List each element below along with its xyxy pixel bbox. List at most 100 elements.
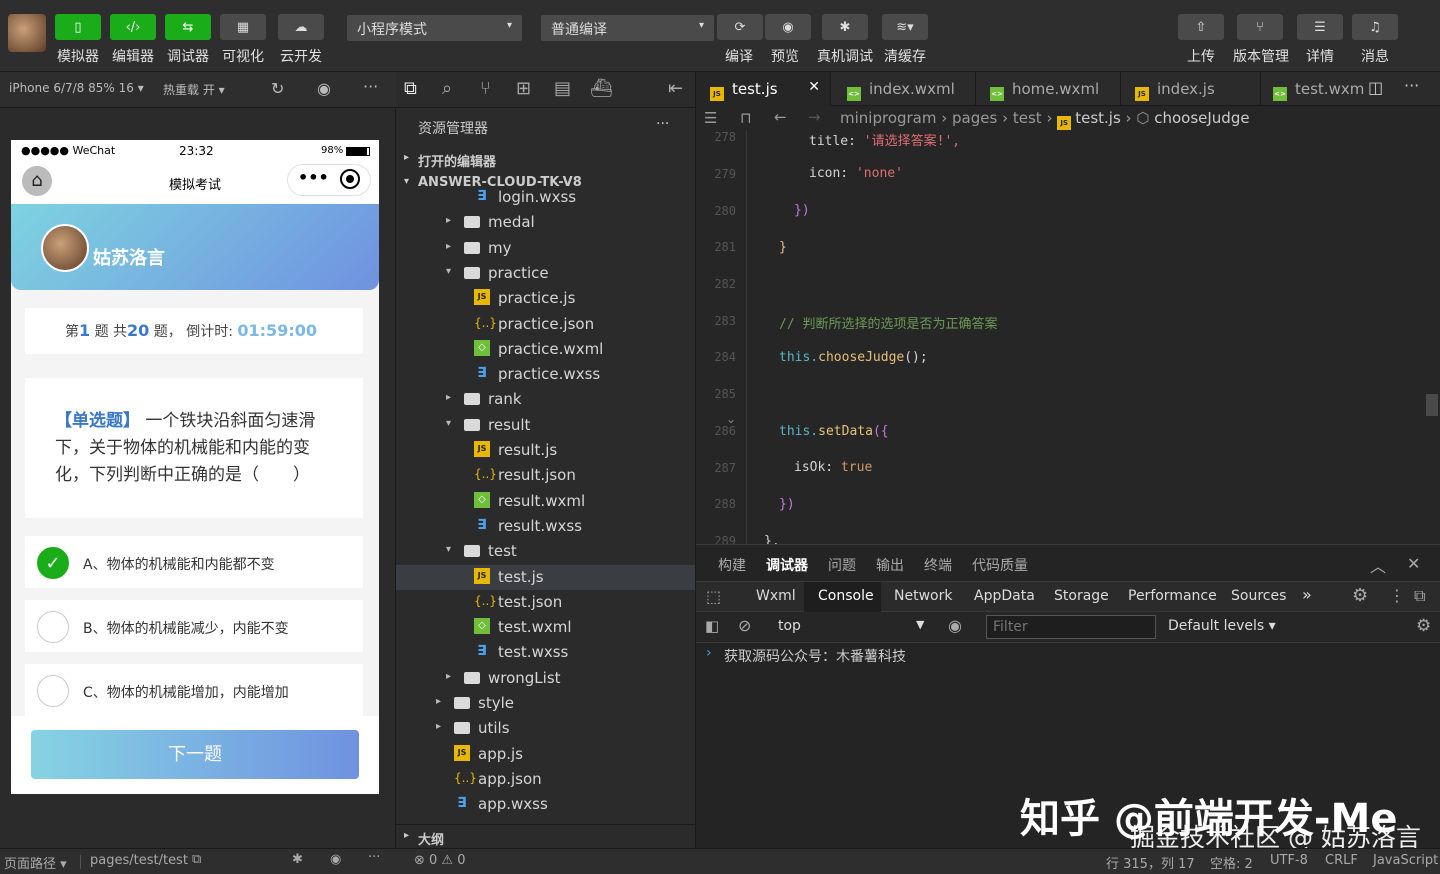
git-icon[interactable]: ⑂: [480, 78, 491, 99]
file-tree-item[interactable]: ▾ result: [396, 413, 695, 438]
explorer-more-icon[interactable]: ···: [656, 116, 669, 132]
search-icon[interactable]: ⌕: [442, 78, 452, 99]
eye-icon[interactable]: ◉: [330, 852, 341, 867]
console-filter-input[interactable]: [986, 615, 1156, 639]
compile-button[interactable]: ⟳: [717, 14, 763, 40]
more-icon[interactable]: ···: [368, 850, 380, 865]
split-editor-icon[interactable]: ◫: [1368, 78, 1383, 97]
copy-icon[interactable]: ⧉: [192, 852, 201, 867]
file-tree-item[interactable]: JS test.js: [396, 564, 695, 590]
eye-icon[interactable]: ◉: [948, 616, 962, 635]
docker-icon[interactable]: ⛴: [590, 78, 613, 99]
language-mode[interactable]: JavaScript: [1373, 853, 1438, 868]
breadcrumb-item[interactable]: chooseJudge: [1154, 109, 1249, 127]
file-tree-item[interactable]: JS practice.js: [396, 286, 695, 311]
tab-code-quality[interactable]: 代码质量: [972, 555, 1028, 575]
editor-toggle-button[interactable]: ‹/›: [110, 14, 156, 40]
file-tree-item[interactable]: ◇ result.wxml: [396, 489, 695, 514]
outline-section[interactable]: ▸ 大纲: [396, 824, 695, 848]
next-question-button[interactable]: 下一题: [31, 730, 359, 779]
tab-build[interactable]: 构建: [718, 555, 746, 575]
back-icon[interactable]: ←: [774, 108, 787, 126]
rotate-icon[interactable]: ↻: [271, 79, 284, 98]
console-settings-icon[interactable]: ⚙: [1416, 616, 1431, 636]
panel-storage[interactable]: Storage: [1054, 588, 1109, 604]
home-button[interactable]: ⌂: [22, 166, 52, 196]
panel-performance[interactable]: Performance: [1128, 588, 1217, 604]
tab-test-js[interactable]: JS test.js ✕: [696, 72, 831, 106]
file-tree-item[interactable]: ∃ test.wxss: [396, 640, 695, 665]
panel-network[interactable]: Network: [894, 588, 952, 604]
forward-icon[interactable]: →: [808, 108, 821, 126]
more-icon[interactable]: ···: [363, 77, 378, 96]
tab-test-wxml[interactable]: <> test.wxm: [1261, 72, 1364, 106]
file-tree-item[interactable]: ∃ result.wxss: [396, 514, 695, 539]
panel-appdata[interactable]: AppData: [974, 588, 1035, 604]
fold-chevron-icon[interactable]: ⌄: [726, 412, 736, 426]
mode-select[interactable]: 小程序模式 ▾: [347, 15, 522, 41]
file-tree-item[interactable]: ▾ practice: [396, 261, 695, 286]
remote-debug-button[interactable]: ✱: [822, 14, 868, 40]
simulator-toggle-button[interactable]: ▯: [55, 14, 101, 40]
breadcrumb-item[interactable]: test.js: [1075, 109, 1121, 127]
tab-debugger[interactable]: 调试器: [766, 555, 808, 575]
file-tree-item[interactable]: ▸ medal: [396, 210, 695, 235]
version-button[interactable]: ⑂: [1237, 14, 1283, 40]
details-button[interactable]: ☰: [1297, 14, 1343, 40]
file-tree-item[interactable]: ∃ login.wxss: [396, 185, 695, 210]
file-tree-item[interactable]: ▸ utils: [396, 716, 695, 741]
option-b[interactable]: B、物体的机械能减少，内能不变: [25, 600, 363, 652]
context-select[interactable]: top ▼: [768, 615, 928, 639]
tab-terminal[interactable]: 终端: [924, 555, 952, 575]
page-path-select[interactable]: 页面路径 ▾: [4, 853, 67, 872]
breadcrumb-item[interactable]: pages: [952, 109, 997, 127]
record-icon[interactable]: ◉: [317, 79, 331, 98]
line-ending[interactable]: CRLF: [1325, 853, 1358, 868]
close-icon[interactable]: ✕: [808, 79, 820, 95]
preview-button[interactable]: ◉: [765, 14, 811, 40]
inspect-icon[interactable]: ⬚: [706, 587, 721, 606]
more-panels-icon[interactable]: »: [1302, 585, 1312, 604]
capsule-button[interactable]: •••: [287, 164, 371, 196]
more-icon[interactable]: ···: [1404, 76, 1419, 95]
file-tree-item[interactable]: ▸ rank: [396, 387, 695, 412]
log-levels-select[interactable]: Default levels ▾: [1168, 618, 1276, 634]
breadcrumb-item[interactable]: miniprogram: [840, 109, 936, 127]
storage-icon[interactable]: ▤: [554, 78, 571, 99]
messages-button[interactable]: ♫: [1352, 14, 1398, 40]
file-tree-item[interactable]: ◇ practice.wxml: [396, 337, 695, 362]
compile-select[interactable]: 普通编译 ▾: [541, 15, 714, 41]
gear-icon[interactable]: ⚙: [1352, 585, 1368, 606]
sidebar-toggle-icon[interactable]: ◧: [705, 617, 719, 635]
breadcrumb-item[interactable]: test: [1013, 109, 1042, 127]
file-tree-item[interactable]: ▸ wrongList: [396, 666, 695, 691]
option-c[interactable]: C、物体的机械能增加，内能增加: [25, 664, 363, 716]
undock-icon[interactable]: ⧉: [1414, 586, 1425, 606]
code-area[interactable]: title: '请选择答案!', icon: 'none' }) } // 判断…: [746, 130, 1426, 544]
close-icon[interactable]: ✕: [1407, 554, 1420, 573]
panel-wxml[interactable]: Wxml: [756, 588, 796, 604]
clear-cache-button[interactable]: ≋▾: [882, 14, 928, 40]
hot-reload-select[interactable]: 热重载 开 ▾: [163, 81, 225, 98]
debugger-toggle-button[interactable]: ⇆: [165, 14, 211, 40]
panel-console[interactable]: Console: [818, 588, 874, 604]
open-editors-section[interactable]: ▸ 打开的编辑器: [396, 148, 695, 172]
file-tree-item[interactable]: {..} practice.json: [396, 312, 695, 337]
extensions-icon[interactable]: ⊞: [516, 78, 531, 99]
file-tree-item[interactable]: ∃ practice.wxss: [396, 362, 695, 387]
tab-output[interactable]: 输出: [876, 555, 904, 575]
visual-toggle-button[interactable]: ▦: [220, 14, 266, 40]
app-avatar[interactable]: [8, 14, 46, 52]
file-tree-item[interactable]: ∃ app.wxss: [396, 792, 695, 817]
file-tree-item[interactable]: JS app.js: [396, 742, 695, 767]
tab-index-wxml[interactable]: <> index.wxml: [831, 72, 976, 106]
clear-console-icon[interactable]: ⊘: [738, 616, 751, 635]
encoding[interactable]: UTF-8: [1270, 853, 1308, 868]
collapse-panel-icon[interactable]: ⇤: [668, 78, 683, 99]
device-select[interactable]: iPhone 6/7/8 85% 16 ▾: [9, 81, 144, 95]
file-tree-item[interactable]: {..} result.json: [396, 463, 695, 488]
problems-count[interactable]: ⊗ 0 ⚠ 0: [414, 853, 466, 868]
cursor-position[interactable]: 行 315，列 17: [1106, 853, 1195, 872]
indentation[interactable]: 空格: 2: [1210, 853, 1253, 872]
scrollbar-thumb[interactable]: [1426, 394, 1438, 416]
